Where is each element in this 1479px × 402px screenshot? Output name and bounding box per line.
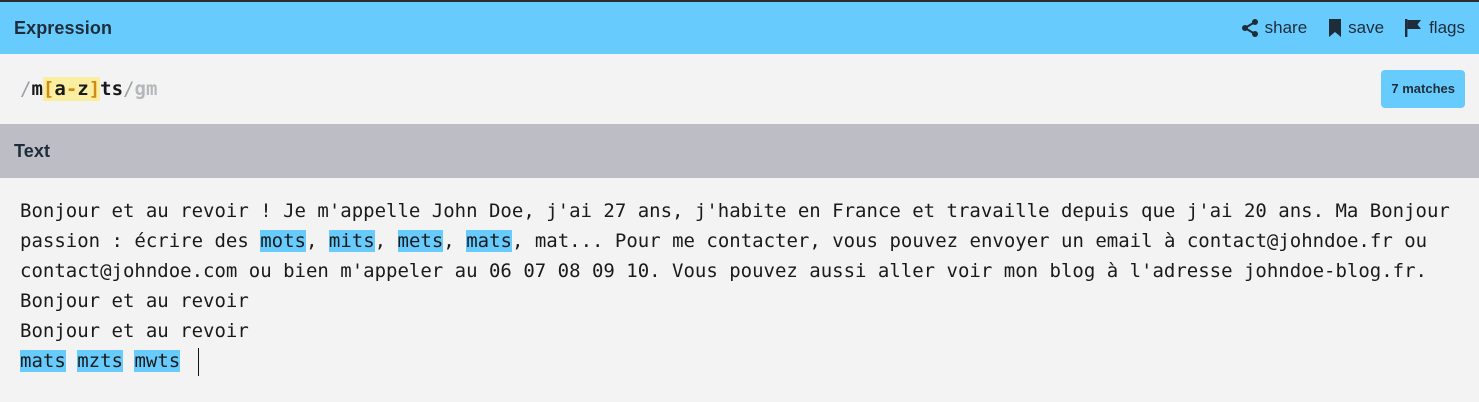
text-header: Text xyxy=(0,124,1479,178)
share-button[interactable]: share xyxy=(1240,18,1308,38)
text-segment: , xyxy=(374,230,398,252)
match-highlight: mats xyxy=(20,350,66,372)
match-highlight: mwts xyxy=(134,350,181,372)
match-highlight: mots xyxy=(260,230,306,252)
test-text-area[interactable]: Bonjour et au revoir ! Je m'appelle John… xyxy=(20,196,1470,376)
range-dash: - xyxy=(65,78,78,100)
match-highlight: mets xyxy=(397,230,444,252)
set-close-bracket: ] xyxy=(88,78,101,100)
save-button[interactable]: save xyxy=(1327,18,1384,38)
range-end: z xyxy=(77,78,89,100)
flag-icon xyxy=(1404,18,1424,38)
text-segment xyxy=(123,350,134,372)
expression-close-delimiter: / xyxy=(123,78,135,100)
set-open-bracket: [ xyxy=(42,78,55,100)
save-label: save xyxy=(1348,18,1385,37)
text-segment xyxy=(180,350,191,372)
text-segment: , xyxy=(443,230,467,252)
range-start: a xyxy=(54,78,66,100)
expression-title: Expression xyxy=(14,17,113,38)
expression-row: / m [a-z] ts / gm 7 matches xyxy=(0,54,1479,124)
expression-flags[interactable]: gm xyxy=(135,78,158,100)
text-cursor xyxy=(197,347,199,376)
expression-header: Expression share save flags xyxy=(0,0,1479,54)
share-icon xyxy=(1240,18,1260,38)
match-highlight: mits xyxy=(328,230,375,252)
match-highlight: mzts xyxy=(77,350,123,372)
text-segment xyxy=(66,350,77,372)
match-highlight: mats xyxy=(466,230,512,252)
expression-prefix: m xyxy=(31,78,43,100)
bookmark-icon xyxy=(1327,18,1343,38)
expression-input[interactable]: / m [a-z] ts / gm xyxy=(20,77,157,101)
expression-suffix: ts xyxy=(100,78,124,100)
match-count-badge[interactable]: 7 matches xyxy=(1381,70,1465,108)
character-set: [a-z] xyxy=(42,77,101,101)
share-label: share xyxy=(1264,18,1308,37)
flags-label: flags xyxy=(1429,18,1465,37)
header-actions: share save flags xyxy=(1240,18,1465,38)
text-title: Text xyxy=(14,140,51,161)
expression-open-delimiter: / xyxy=(20,78,32,100)
flags-button[interactable]: flags xyxy=(1404,18,1465,38)
text-segment: , xyxy=(305,230,329,252)
